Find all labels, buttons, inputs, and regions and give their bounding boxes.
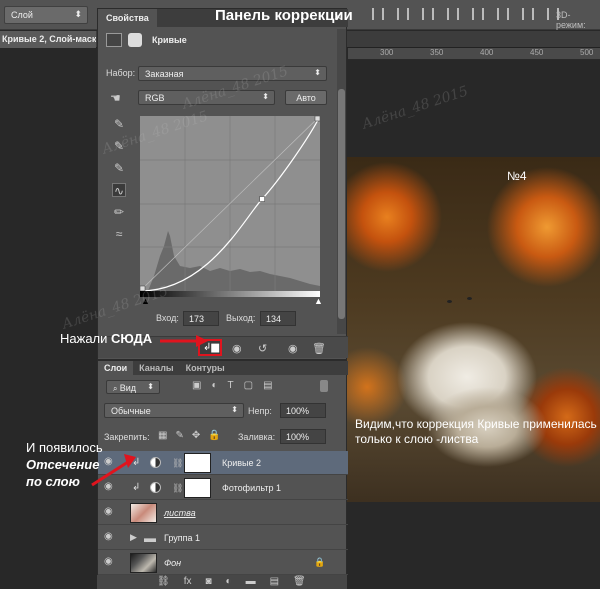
arrow-to-clip-icon [91,460,129,487]
arrowhead [124,454,136,468]
annotation-arrows [91,335,208,487]
arrowhead [196,335,208,347]
photoshop-window: Слой ⬍ 3D-режим: Кривые 2, Слой-маска 30… [0,0,600,589]
